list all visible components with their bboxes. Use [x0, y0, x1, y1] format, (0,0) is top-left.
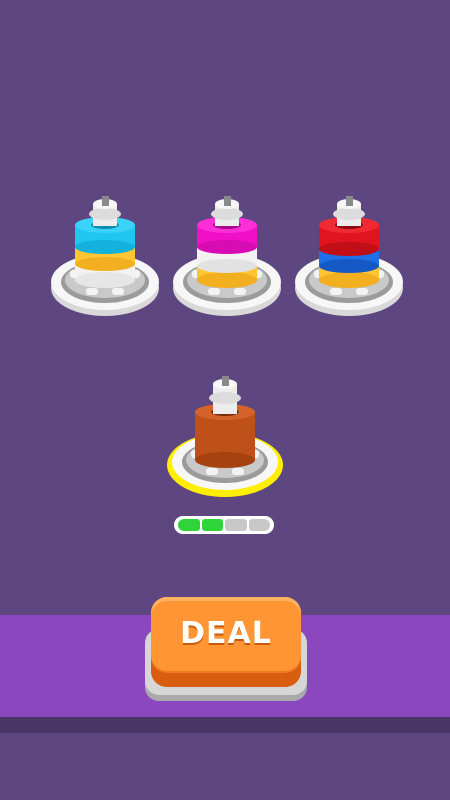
- deal-button[interactable]: DEAL: [151, 597, 301, 687]
- progress-segment-empty: [248, 519, 270, 531]
- progress-segment-empty: [225, 519, 247, 531]
- game-stage: DEAL: [0, 0, 450, 800]
- progress-segment-filled: [201, 519, 223, 531]
- spool-3-graphic: [295, 196, 403, 316]
- spool-2[interactable]: [172, 192, 282, 322]
- deal-button-container: DEAL: [145, 597, 307, 705]
- spool-selected[interactable]: [166, 370, 284, 505]
- spool-selected-graphic: [167, 376, 283, 497]
- deal-button-label: DEAL: [180, 616, 272, 651]
- progress-bar: [174, 516, 274, 534]
- spool-3[interactable]: [294, 192, 404, 322]
- bottom-bar-shadow: [0, 717, 450, 733]
- spool-1[interactable]: [50, 192, 160, 322]
- spool-2-graphic: [173, 196, 281, 316]
- progress-segment-filled: [178, 519, 200, 531]
- spool-1-graphic: [51, 196, 159, 316]
